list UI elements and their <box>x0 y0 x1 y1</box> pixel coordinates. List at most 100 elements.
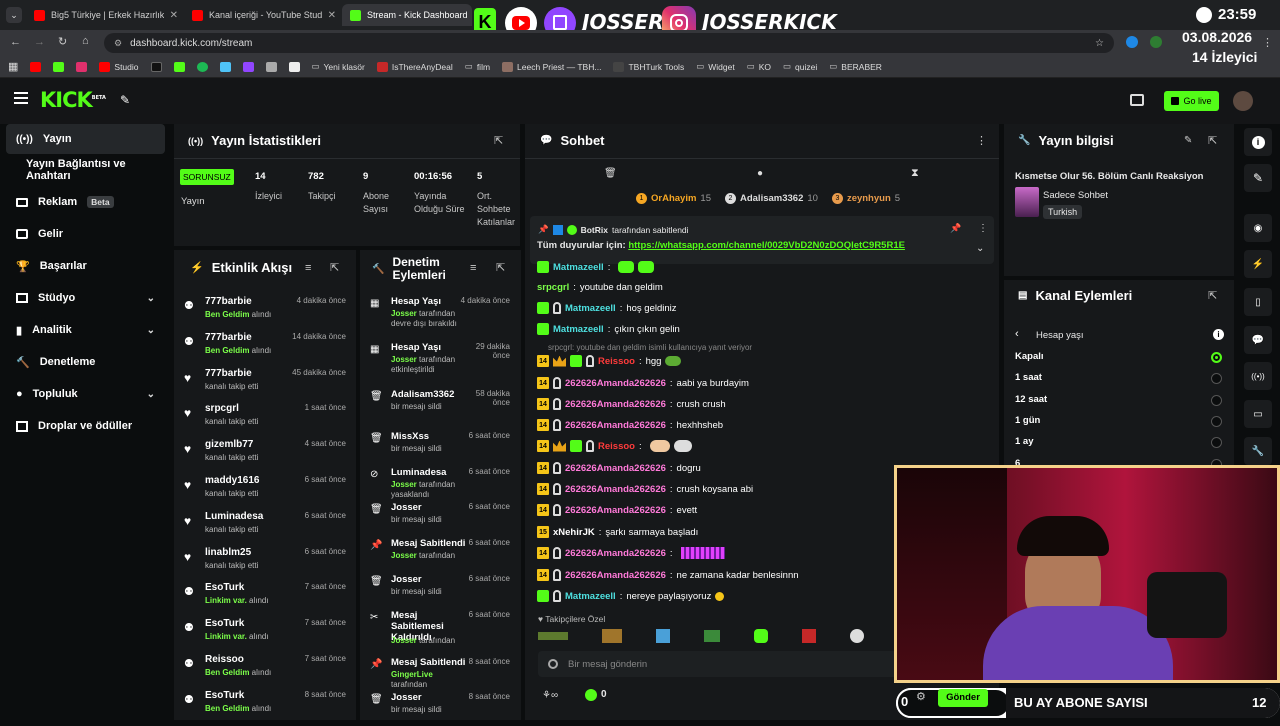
activity-user[interactable]: EsoTurk <box>205 618 244 629</box>
tools-icon[interactable]: ✎ <box>120 93 130 107</box>
cast-icon[interactable] <box>1130 94 1144 106</box>
bookmark-tiktok[interactable] <box>150 61 162 72</box>
tab-kick-dashboard[interactable]: Stream - Kick Dashboard <box>342 4 472 26</box>
account-age-option[interactable]: 1 gün <box>1015 415 1040 426</box>
moderation-item[interactable]: ✂ Mesaj Sabitlemesi Kaldırıldı Josser tara… <box>366 610 516 645</box>
bookmark-spotify[interactable] <box>196 61 208 72</box>
sidebar-item-analitik[interactable]: ▮ Analitik ⌄ <box>6 315 165 345</box>
chat-username[interactable]: Matmazeell <box>565 591 616 602</box>
account-age-option[interactable]: 1 saat <box>1015 372 1042 383</box>
account-age-option[interactable]: Kapalı <box>1015 351 1044 362</box>
hourglass-icon[interactable]: ⧗ <box>911 167 919 180</box>
sidebar-item-basarilar[interactable]: 🏆 Başarılar <box>6 251 165 281</box>
activity-item[interactable]: ♥ srpcgrl kanalı takip etti 1 saat önce <box>180 403 350 437</box>
site-info-icon[interactable]: ⚙ <box>114 38 122 49</box>
chat-message[interactable]: Matmazeell: <box>537 258 655 276</box>
chat-message[interactable]: 14 262626Amanda262626: crush koysana abi <box>537 480 753 498</box>
chat-username[interactable]: 262626Amanda262626 <box>565 463 666 474</box>
go-live-button[interactable]: Go live <box>1164 91 1219 111</box>
popout-icon[interactable]: ⇱ <box>1208 134 1217 147</box>
activity-user[interactable]: srpcgrl <box>205 403 239 414</box>
settings-icon[interactable]: ⚙ <box>916 690 926 703</box>
bookmark-itad[interactable]: IsThereAnyDeal <box>376 61 453 72</box>
bookmark-ext2[interactable] <box>265 61 277 72</box>
home-icon[interactable]: ⌂ <box>82 35 89 47</box>
apps-icon[interactable]: ▦ <box>8 60 18 73</box>
radio-button[interactable] <box>1211 352 1222 363</box>
trash-icon[interactable]: 🗑 <box>604 168 617 179</box>
moderation-item[interactable]: ▦ Hesap Yaşı Josser tarafından etkinleştir… <box>366 342 516 376</box>
tab-search-button[interactable]: ⌄ <box>6 7 22 23</box>
filter-icon[interactable]: ≡ <box>305 262 311 274</box>
reload-icon[interactable]: ↻ <box>58 35 67 48</box>
chat-message[interactable]: 15 xNehirJK: şarkı sarmaya başladı <box>537 523 698 541</box>
activity-user[interactable]: Luminadesa <box>205 511 263 522</box>
moderation-item[interactable]: 🗑 Josser bir mesajı sildi 8 saat önce <box>366 692 516 726</box>
community-icon[interactable]: ⚘∞ <box>542 690 558 701</box>
radio-button[interactable] <box>1211 394 1222 406</box>
document-icon[interactable]: ▯ <box>1244 288 1272 316</box>
activity-item[interactable]: ♥ maddy1616 kanalı takip etti 6 saat önce <box>180 475 350 509</box>
chat-icon[interactable]: 💬 <box>1244 326 1272 354</box>
close-icon[interactable]: ✕ <box>328 10 336 21</box>
bookmark-instagram[interactable] <box>76 61 88 72</box>
pinned-link[interactable]: https://whatsapp.com/channel/0029VbD2N0z… <box>628 240 905 251</box>
chat-message[interactable]: 14 262626Amanda262626: <box>537 544 725 562</box>
chat-message[interactable]: 14 Reissoo: <box>537 437 692 455</box>
bookmark-tbhturk[interactable]: TBHTurk Tools <box>613 61 684 72</box>
menu-dots-icon[interactable]: ⋮ <box>978 223 988 234</box>
bookmark-folder-beraber[interactable]: ▭ BERABER <box>829 61 882 72</box>
account-age-option[interactable]: 12 saat <box>1015 394 1047 405</box>
sidebar-item-topluluk[interactable]: ● Topluluk ⌄ <box>6 379 165 409</box>
bookmark-youtube[interactable] <box>30 61 42 72</box>
url-field[interactable]: ⚙ dashboard.kick.com/stream ☆ <box>104 33 1114 53</box>
moderation-item[interactable]: ⊘ Luminadesa Josser tarafından yasaklandı 6… <box>366 467 516 501</box>
moderation-item[interactable]: 📌 Mesaj Sabitlendi GingerLive tarafından 8 … <box>366 657 516 691</box>
bookmark-folder-film[interactable]: ▭ film <box>465 61 490 72</box>
bookmark-kick2[interactable] <box>173 61 185 72</box>
close-icon[interactable]: ✕ <box>170 10 178 21</box>
kick-logo[interactable]: KICKBETA <box>40 88 106 112</box>
tab-big5[interactable]: Big5 Türkiye | Erkek Hazırlık Se ✕ <box>26 4 186 26</box>
activity-user[interactable]: 777barbie <box>205 296 252 307</box>
info-icon[interactable]: i <box>1244 128 1272 156</box>
chat-message[interactable]: Matmazeell: çıkın çıkın gelin <box>537 320 680 338</box>
sidebar-item-gelir[interactable]: Gelir <box>6 219 165 249</box>
send-button[interactable]: Gönder <box>938 689 988 707</box>
chat-bubble-icon[interactable]: ● <box>757 168 763 179</box>
emote-bar[interactable] <box>538 627 898 645</box>
menu-dots-icon[interactable]: ⋮ <box>976 134 987 147</box>
chat-message[interactable]: 14 Reissoo: hgg <box>537 352 682 370</box>
chat-username[interactable]: 262626Amanda262626 <box>565 378 666 389</box>
wrench-icon[interactable]: 🔧 <box>1244 437 1272 465</box>
chat-username[interactable]: Reissoo <box>598 441 635 452</box>
broadcast-icon[interactable]: ((•)) <box>1244 362 1272 390</box>
moderation-item[interactable]: 🗑 Josser bir mesajı sildi 6 saat önce <box>366 502 516 536</box>
bookmark-twitch[interactable] <box>242 61 254 72</box>
chat-message[interactable]: 14 262626Amanda262626: evett <box>537 501 697 519</box>
activity-item[interactable]: ♥ gizemlb77 kanalı takip etti 4 saat önce <box>180 439 350 473</box>
monitor-icon[interactable]: ▭ <box>1244 400 1272 428</box>
activity-item[interactable]: ⚉ EsoTurk Linkim var. alındı 7 saat önce <box>180 582 350 616</box>
bookmark-folder-ko[interactable]: ▭ KO <box>747 61 771 72</box>
tab-youtube-studio[interactable]: Kanal içeriği - YouTube Studio ✕ <box>184 4 344 26</box>
bookmark-ext[interactable] <box>219 61 231 72</box>
bookmark-star-icon[interactable]: ☆ <box>1095 38 1104 49</box>
chat-username[interactable]: Matmazeell <box>565 303 616 314</box>
activity-user[interactable]: 777barbie <box>205 368 252 379</box>
avatar[interactable] <box>1233 91 1253 111</box>
chat-message[interactable]: 14 262626Amanda262626: crush crush <box>537 395 726 413</box>
chat-message[interactable]: 14 262626Amanda262626: ne zamana kadar be… <box>537 566 799 584</box>
bookmark-folder-quizei[interactable]: ▭ quizei <box>783 61 817 72</box>
stream-category[interactable]: Sadece Sohbet <box>1043 190 1108 201</box>
moderation-item[interactable]: 🗑 Adalisam3362 bir mesajı sildi 58 dakika ö… <box>366 389 516 423</box>
radio-button[interactable] <box>1211 415 1222 427</box>
filter-icon[interactable]: ≡ <box>470 262 476 274</box>
sidebar-item-yayin[interactable]: ((•)) Yayın <box>6 124 165 154</box>
bookmark-widget[interactable]: ▭ Widget <box>696 61 735 72</box>
camera-icon[interactable]: ◉ <box>1244 214 1272 242</box>
chat-username[interactable]: Reissoo <box>598 356 635 367</box>
chat-username[interactable]: 262626Amanda262626 <box>565 399 666 410</box>
moderation-item[interactable]: ▦ Hesap Yaşı Josser tarafından devre dışı … <box>366 296 516 330</box>
sidebar-item-studyo[interactable]: Stüdyo ⌄ <box>6 283 165 313</box>
